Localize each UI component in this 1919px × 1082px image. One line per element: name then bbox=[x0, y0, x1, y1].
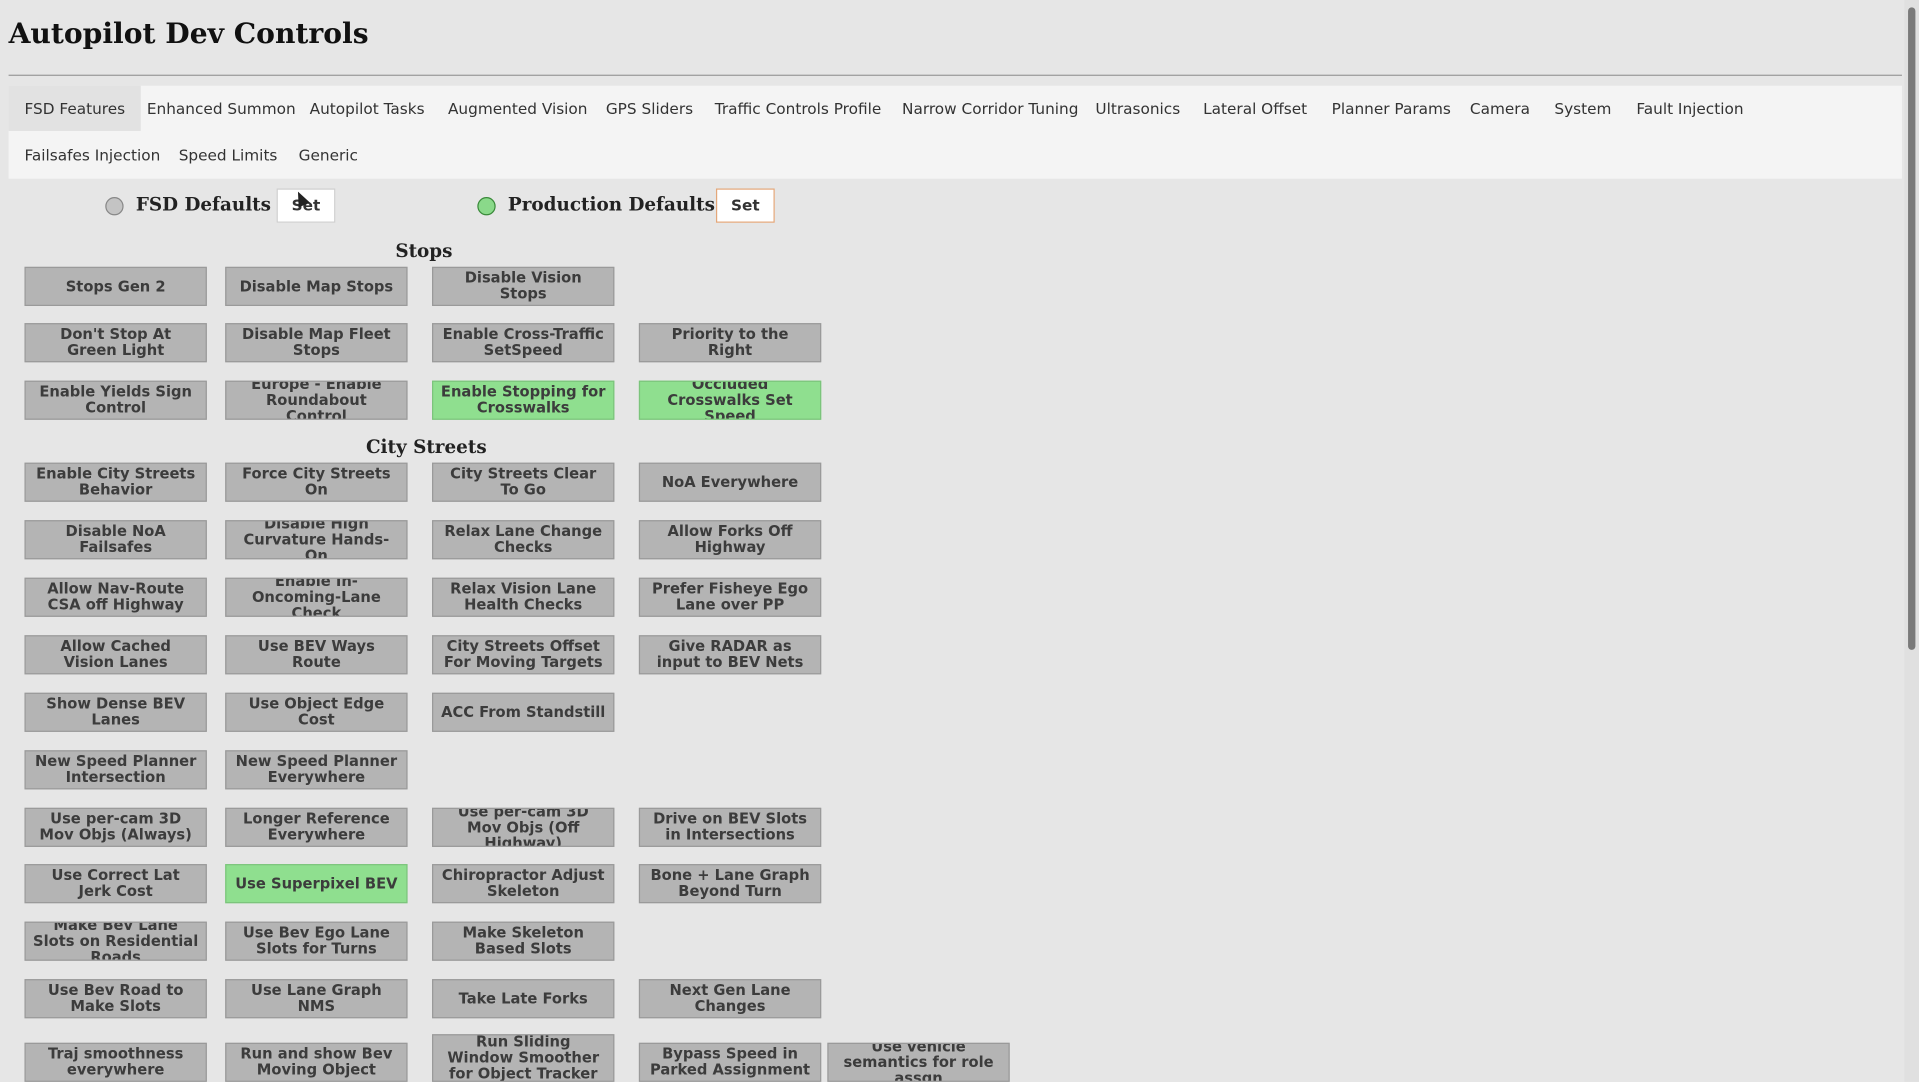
page-title: Autopilot Dev Controls bbox=[8, 17, 369, 51]
toggle-chiropractor-adjust-skeleton[interactable]: Chiropractor Adjust Skeleton bbox=[432, 864, 615, 904]
toggle-make-skeleton-based-slots[interactable]: Make Skeleton Based Slots bbox=[432, 921, 615, 961]
tab-fsd-features[interactable]: FSD Features bbox=[8, 85, 142, 131]
toggle-make-bev-lane-slots-residential[interactable]: Make Bev Lane Slots on Residential Roads bbox=[24, 921, 207, 961]
fsd-defaults-radio[interactable] bbox=[105, 197, 124, 216]
toggle-show-dense-bev-lanes[interactable]: Show Dense BEV Lanes bbox=[24, 692, 207, 732]
toggle-noa-everywhere[interactable]: NoA Everywhere bbox=[638, 462, 822, 502]
tab-autopilot-tasks[interactable]: Autopilot Tasks bbox=[294, 86, 441, 131]
toggle-dont-stop-at-green-light[interactable]: Don't Stop At Green Light bbox=[24, 323, 207, 363]
toggle-enable-city-streets-behavior[interactable]: Enable City Streets Behavior bbox=[24, 462, 207, 502]
tab-gps-sliders[interactable]: GPS Sliders bbox=[590, 86, 709, 131]
toggle-take-late-forks[interactable]: Take Late Forks bbox=[432, 979, 615, 1019]
toggle-per-cam-3d-mov-objs-always[interactable]: Use per-cam 3D Mov Objs (Always) bbox=[24, 807, 207, 847]
tab-planner-params[interactable]: Planner Params bbox=[1316, 86, 1467, 131]
toggle-use-bev-ways-route[interactable]: Use BEV Ways Route bbox=[225, 635, 408, 675]
production-defaults-radio[interactable] bbox=[477, 197, 496, 216]
toggle-bone-lane-graph-beyond-turn[interactable]: Bone + Lane Graph Beyond Turn bbox=[638, 864, 822, 904]
tab-bar: FSD Features Enhanced Summon Autopilot T… bbox=[8, 85, 1902, 179]
toggle-use-correct-lat-jerk-cost[interactable]: Use Correct Lat Jerk Cost bbox=[24, 864, 207, 904]
fsd-defaults-label: FSD Defaults bbox=[135, 193, 271, 216]
tab-speed-limits[interactable]: Speed Limits bbox=[163, 132, 294, 177]
toggle-relax-vision-lane-health-checks[interactable]: Relax Vision Lane Health Checks bbox=[432, 577, 615, 617]
tab-failsafes-injection[interactable]: Failsafes Injection bbox=[9, 132, 177, 177]
toggle-use-lane-graph-nms[interactable]: Use Lane Graph NMS bbox=[225, 979, 408, 1019]
toggle-bypass-speed-parked-assignment[interactable]: Bypass Speed in Parked Assignment bbox=[638, 1042, 822, 1082]
scrollbar-thumb[interactable] bbox=[1908, 7, 1916, 650]
title-divider bbox=[8, 74, 1902, 76]
toggle-disable-map-stops[interactable]: Disable Map Stops bbox=[225, 266, 408, 306]
tab-camera[interactable]: Camera bbox=[1454, 86, 1546, 131]
production-defaults-set-button[interactable]: Set bbox=[715, 188, 775, 223]
toggle-run-show-bev-moving-object[interactable]: Run and show Bev Moving Object bbox=[225, 1042, 408, 1082]
toggle-allow-forks-off-highway[interactable]: Allow Forks Off Highway bbox=[638, 520, 822, 560]
tab-generic[interactable]: Generic bbox=[283, 132, 374, 177]
tab-enhanced-summon[interactable]: Enhanced Summon bbox=[131, 86, 312, 131]
toggle-acc-from-standstill[interactable]: ACC From Standstill bbox=[432, 692, 615, 732]
tab-narrow-corridor-tuning[interactable]: Narrow Corridor Tuning bbox=[886, 86, 1094, 131]
toggle-use-vehicle-semantics-role-assgn[interactable]: Use vehicle semantics for role assgn bbox=[827, 1042, 1010, 1082]
section-title-stops: Stops bbox=[395, 239, 453, 262]
toggle-allow-nav-route-csa[interactable]: Allow Nav-Route CSA off Highway bbox=[24, 577, 207, 617]
tab-lateral-offset[interactable]: Lateral Offset bbox=[1187, 86, 1323, 131]
toggle-relax-lane-change-checks[interactable]: Relax Lane Change Checks bbox=[432, 520, 615, 560]
toggle-europe-roundabout-control[interactable]: Europe - Enable Roundabout Control bbox=[225, 380, 408, 420]
toggle-new-speed-planner-everywhere[interactable]: New Speed Planner Everywhere bbox=[225, 750, 408, 790]
toggle-longer-reference-everywhere[interactable]: Longer Reference Everywhere bbox=[225, 807, 408, 847]
toggle-disable-high-curvature-hands-on[interactable]: Disable High Curvature Hands-On bbox=[225, 520, 408, 560]
tab-system[interactable]: System bbox=[1538, 86, 1627, 131]
toggle-occluded-crosswalks-set-speed[interactable]: Occluded Crosswalks Set Speed bbox=[638, 380, 822, 420]
app-window: Autopilot Dev Controls FSD Features Enha… bbox=[0, 0, 1919, 1082]
section-title-city-streets: City Streets bbox=[365, 435, 487, 458]
vertical-scrollbar[interactable] bbox=[1904, 0, 1919, 1082]
toggle-stops-gen-2[interactable]: Stops Gen 2 bbox=[24, 266, 207, 306]
toggle-drive-on-bev-slots-intersections[interactable]: Drive on BEV Slots in Intersections bbox=[638, 807, 822, 847]
tab-fault-injection[interactable]: Fault Injection bbox=[1620, 86, 1759, 131]
toggle-disable-map-fleet-stops[interactable]: Disable Map Fleet Stops bbox=[225, 323, 408, 363]
toggle-city-streets-offset-moving-targets[interactable]: City Streets Offset For Moving Targets bbox=[432, 635, 615, 675]
toggle-force-city-streets-on[interactable]: Force City Streets On bbox=[225, 462, 408, 502]
toggle-prefer-fisheye-ego-lane[interactable]: Prefer Fisheye Ego Lane over PP bbox=[638, 577, 822, 617]
toggle-run-sliding-window-smoother[interactable]: Run Sliding Window Smoother for Object T… bbox=[432, 1034, 615, 1082]
toggle-enable-cross-traffic-setspeed[interactable]: Enable Cross-Traffic SetSpeed bbox=[432, 323, 615, 363]
toggle-disable-noa-failsafes[interactable]: Disable NoA Failsafes bbox=[24, 520, 207, 560]
toggle-per-cam-3d-mov-objs-off-highway[interactable]: Use per-cam 3D Mov Objs (Off Highway) bbox=[432, 807, 615, 847]
tab-ultrasonics[interactable]: Ultrasonics bbox=[1079, 86, 1196, 131]
toggle-enable-in-oncoming-lane-check[interactable]: Enable In-Oncoming-Lane Check bbox=[225, 577, 408, 617]
toggle-priority-to-the-right[interactable]: Priority to the Right bbox=[638, 323, 822, 363]
production-defaults-label: Production Defaults bbox=[507, 193, 715, 216]
toggle-new-speed-planner-intersection[interactable]: New Speed Planner Intersection bbox=[24, 750, 207, 790]
tab-augmented-vision[interactable]: Augmented Vision bbox=[432, 86, 603, 131]
toggle-use-object-edge-cost[interactable]: Use Object Edge Cost bbox=[225, 692, 408, 732]
toggle-allow-cached-vision-lanes[interactable]: Allow Cached Vision Lanes bbox=[24, 635, 207, 675]
toggle-give-radar-to-bev-nets[interactable]: Give RADAR as input to BEV Nets bbox=[638, 635, 822, 675]
toggle-use-bev-ego-lane-slots-turns[interactable]: Use Bev Ego Lane Slots for Turns bbox=[225, 921, 408, 961]
tab-traffic-controls-profile[interactable]: Traffic Controls Profile bbox=[699, 86, 897, 131]
toggle-use-bev-road-to-make-slots[interactable]: Use Bev Road to Make Slots bbox=[24, 979, 207, 1019]
toggle-traj-smoothness-everywhere[interactable]: Traj smoothness everywhere bbox=[24, 1042, 207, 1082]
toggle-use-superpixel-bev[interactable]: Use Superpixel BEV bbox=[225, 864, 408, 904]
toggle-next-gen-lane-changes[interactable]: Next Gen Lane Changes bbox=[638, 979, 822, 1019]
toggle-disable-vision-stops[interactable]: Disable Vision Stops bbox=[432, 266, 615, 306]
toggle-city-streets-clear-to-go[interactable]: City Streets Clear To Go bbox=[432, 462, 615, 502]
toggle-enable-yields-sign-control[interactable]: Enable Yields Sign Control bbox=[24, 380, 207, 420]
toggle-enable-stopping-for-crosswalks[interactable]: Enable Stopping for Crosswalks bbox=[432, 380, 615, 420]
